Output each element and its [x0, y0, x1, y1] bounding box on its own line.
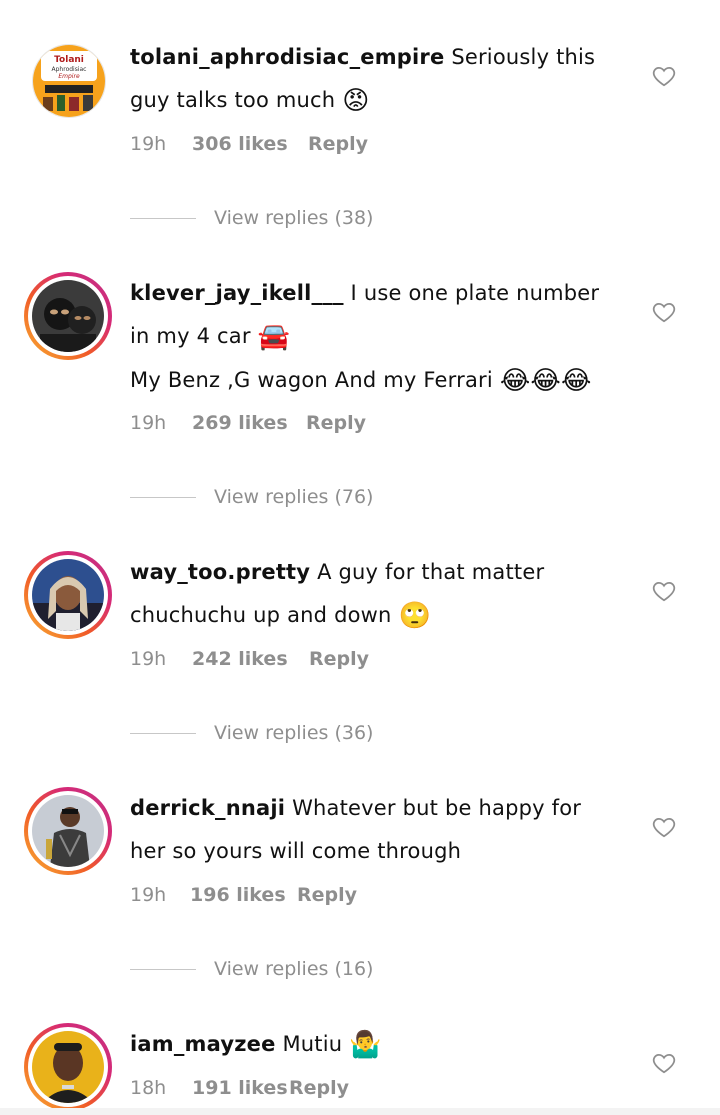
laughing-emoji: 😂😂😂 — [499, 366, 592, 396]
comment-body: way_too.pretty A guy for that matter chu… — [130, 551, 620, 638]
heart-icon[interactable] — [651, 63, 677, 89]
heart-icon[interactable] — [651, 814, 677, 840]
comment-likes[interactable]: 191 likes — [192, 1077, 289, 1099]
comment-body: derrick_nnaji Whatever but be happy for … — [130, 787, 620, 873]
reply-button[interactable]: Reply — [297, 884, 357, 906]
comment-meta: 19h 269 likes Reply — [130, 412, 366, 434]
comment-username[interactable]: klever_jay_ikell___ — [130, 281, 344, 305]
heart-icon[interactable] — [651, 578, 677, 604]
avatar-image — [32, 559, 104, 631]
car-emoji: 🚘 — [257, 322, 291, 352]
avatar-logo-line: Empire — [58, 73, 80, 80]
comment-time: 18h — [130, 1077, 167, 1099]
avatar[interactable]: Tolani Aphrodisiac Empire — [32, 44, 106, 118]
comment-time: 19h — [130, 412, 167, 434]
avatar-logo-line: Tolani — [54, 55, 84, 65]
view-replies-button[interactable]: View replies (36) — [130, 718, 373, 748]
comment-time: 19h — [130, 648, 167, 670]
heart-icon[interactable] — [651, 299, 677, 325]
comment-body: tolani_aphrodisiac_empire Seriously this… — [130, 36, 620, 123]
comment-time: 19h — [130, 884, 167, 906]
angry-face-emoji: 😡 — [342, 86, 370, 116]
avatar-logo-line: Aphrodisiac — [52, 66, 87, 73]
shrug-emoji: 🤷‍♂️ — [349, 1030, 382, 1060]
comment-username[interactable]: derrick_nnaji — [130, 796, 285, 820]
comment-likes[interactable]: 269 likes — [192, 412, 306, 434]
bottom-edge — [0, 1108, 720, 1115]
comment-meta: 19h 306 likes Reply — [130, 133, 368, 155]
comment-likes[interactable]: 306 likes — [192, 133, 308, 155]
reply-button[interactable]: Reply — [289, 1077, 349, 1099]
comment-username[interactable]: tolani_aphrodisiac_empire — [130, 45, 444, 69]
view-replies-label: View replies (16) — [214, 958, 374, 980]
avatar-image — [32, 1031, 104, 1103]
avatar-image: Tolani Aphrodisiac Empire — [33, 45, 105, 117]
avatar[interactable] — [24, 272, 112, 360]
avatar[interactable] — [24, 551, 112, 639]
view-replies-button[interactable]: View replies (76) — [130, 482, 373, 512]
avatar-image — [32, 795, 104, 867]
heart-icon[interactable] — [651, 1050, 677, 1076]
replies-divider — [130, 732, 196, 734]
view-replies-button[interactable]: View replies (16) — [130, 954, 373, 984]
comment-username[interactable]: iam_mayzee — [130, 1032, 276, 1056]
view-replies-label: View replies (38) — [214, 207, 374, 229]
comment-body: iam_mayzee Mutiu 🤷‍♂️ — [130, 1023, 620, 1067]
comment-meta: 18h 191 likesReply — [130, 1077, 349, 1099]
comment-likes[interactable]: 242 likes — [192, 648, 309, 670]
avatar[interactable] — [24, 787, 112, 875]
comment-username[interactable]: way_too.pretty — [130, 560, 310, 584]
replies-divider — [130, 496, 196, 498]
replies-divider — [130, 217, 196, 219]
view-replies-label: View replies (36) — [214, 722, 374, 744]
comment-meta: 19h 196 likes Reply — [130, 884, 357, 906]
reply-button[interactable]: Reply — [306, 412, 366, 434]
comment-text-line2: My Benz ,G wagon And my Ferrari — [130, 368, 493, 392]
view-replies-button[interactable]: View replies (38) — [130, 203, 373, 233]
comment-meta: 19h 242 likes Reply — [130, 648, 369, 670]
comment-body: klever_jay_ikell___ I use one plate numb… — [130, 272, 620, 403]
avatar-image — [32, 280, 104, 352]
reply-button[interactable]: Reply — [308, 133, 368, 155]
eye-roll-emoji: 🙄 — [398, 601, 432, 631]
view-replies-label: View replies (76) — [214, 486, 374, 508]
avatar[interactable] — [24, 1023, 112, 1111]
replies-divider — [130, 968, 196, 970]
comment-likes[interactable]: 196 likes — [190, 884, 297, 906]
reply-button[interactable]: Reply — [309, 648, 369, 670]
comment-text: Mutiu — [282, 1032, 343, 1056]
comment-time: 19h — [130, 133, 167, 155]
